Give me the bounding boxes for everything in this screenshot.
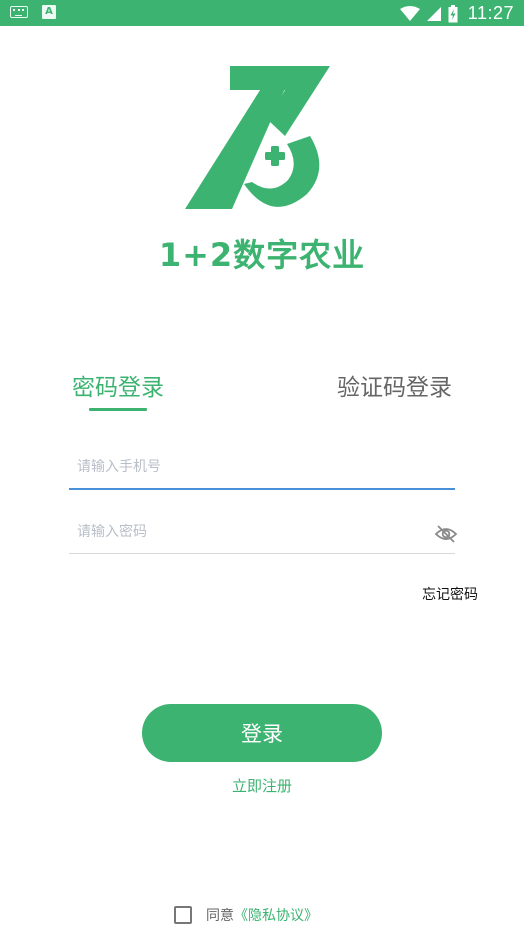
agreement-text: 同意 — [206, 908, 234, 924]
password-field — [69, 510, 458, 554]
wifi-icon — [399, 5, 420, 21]
agreement-row: 同意 《隐私协议》 — [174, 905, 318, 925]
signal-icon — [426, 6, 441, 21]
register-link[interactable]: 立即注册 — [0, 775, 524, 796]
clock: 11:27 — [467, 3, 514, 23]
a-icon: A — [42, 5, 56, 19]
agreement-checkbox[interactable] — [174, 906, 192, 924]
login-button[interactable]: 登录 — [142, 704, 382, 762]
tab-indicator — [89, 408, 147, 411]
status-bar: A 11:27 — [0, 0, 524, 26]
forgot-password-link[interactable]: 忘记密码 — [422, 584, 478, 604]
privacy-policy-link[interactable]: 《隐私协议》 — [234, 905, 318, 925]
status-left: A — [10, 5, 56, 19]
tab-password-login[interactable]: 密码登录 — [72, 368, 164, 402]
app-name: 1+2数字农业 — [158, 236, 366, 274]
phone-input[interactable] — [69, 446, 455, 488]
password-input[interactable] — [69, 510, 455, 553]
phone-field — [69, 446, 455, 490]
tab-code-login[interactable]: 验证码登录 — [337, 368, 452, 402]
keyboard-icon — [10, 6, 28, 18]
status-right: 11:27 — [399, 3, 514, 24]
eye-off-icon[interactable] — [434, 524, 458, 544]
logo-icon — [185, 66, 330, 209]
battery-icon — [448, 4, 458, 22]
